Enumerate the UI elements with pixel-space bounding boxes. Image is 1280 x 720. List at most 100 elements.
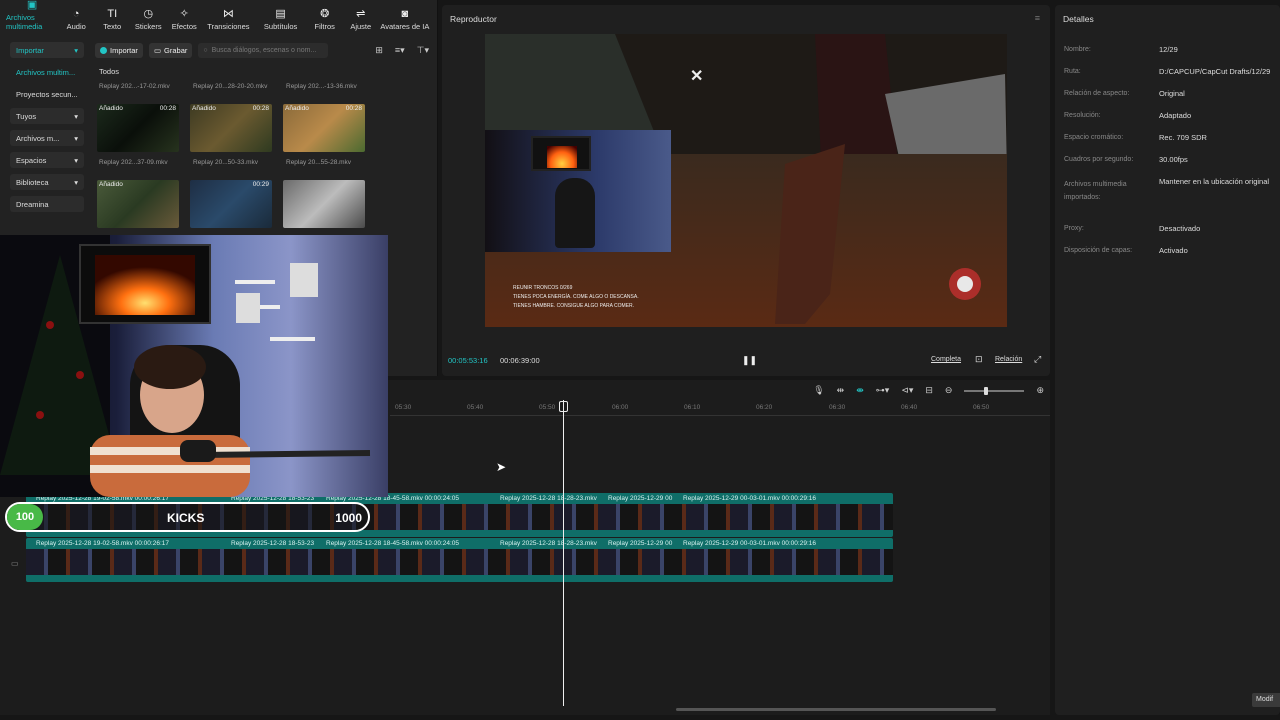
record-button[interactable]: ▭ Grabar <box>148 42 193 58</box>
media-thumbnail[interactable] <box>283 180 365 228</box>
media-thumbnail[interactable]: 00:29 <box>190 180 272 228</box>
streamer-cam-inset <box>485 130 671 252</box>
media-section-title: Todos <box>99 67 120 76</box>
sidebar-item-subprojects[interactable]: Proyectos secun... <box>10 86 84 102</box>
objective-overlay: REUNIR TRONCOS 0/269 TIENES POCA ENERGÍA… <box>513 284 639 311</box>
media-thumbnail[interactable]: Añadido 00:28 <box>97 104 179 152</box>
fullscreen-icon[interactable]: ⤢ <box>1034 354 1041 365</box>
toolbar-adjust[interactable]: ⇌ Ajuste <box>343 8 379 36</box>
audio-icon: ◔ <box>72 8 80 20</box>
chevron-down-icon: ▾ <box>74 45 78 55</box>
toolbar-effects[interactable]: ✧ Efectos <box>166 8 202 36</box>
media-thumbnail[interactable]: Añadido <box>97 180 179 228</box>
full-quality-button[interactable]: Completa <box>931 356 961 363</box>
magnet-icon[interactable]: ⇼ <box>856 385 864 396</box>
toolbar-label: Archivos multimedia <box>6 13 43 31</box>
horizontal-scrollbar[interactable] <box>676 708 996 711</box>
modify-button[interactable]: Modif <box>1252 693 1280 707</box>
import-label: Importar <box>110 45 138 55</box>
adjust-icon: ⇌ <box>356 8 366 20</box>
sidebar-item-spaces[interactable]: Espacios ▾ <box>10 152 84 168</box>
media-filename: Replay 202...-17-02.mkv <box>99 83 170 90</box>
track-visibility-icon[interactable]: ▭ <box>11 559 19 568</box>
video-preview[interactable]: ✕ REUNIR TRONCOS 0/269 TIENES POCA ENERG… <box>485 34 1007 327</box>
toolbar-transitions[interactable]: ⋈ Transiciones <box>202 8 254 36</box>
import-icon <box>100 46 107 54</box>
grid-view-icon[interactable]: ⊞ <box>375 45 383 56</box>
sidebar-item-yours[interactable]: Tuyos ▾ <box>10 108 84 124</box>
added-tag: Añadido <box>99 181 123 188</box>
ruler-tick: 06:20 <box>756 404 773 411</box>
filter-icon[interactable]: ⊤▾ <box>417 45 429 56</box>
overlay-line: TIENES HAMBRE. CONSIGUE ALGO PARA COMER. <box>513 303 635 309</box>
microphone-icon[interactable]: 🎙 <box>813 385 824 396</box>
zoom-handle[interactable] <box>984 387 989 395</box>
detail-key: Cuadros por segundo: <box>1064 156 1134 163</box>
caption-icon[interactable]: ⊟ <box>925 385 933 396</box>
toolbar-ai-avatars[interactable]: ◙ Avatares de IA <box>379 8 431 36</box>
zoom-in-icon[interactable]: ⊕ <box>1036 385 1044 396</box>
link-icon[interactable]: ⇹ <box>837 385 845 396</box>
import-button[interactable]: Importar <box>95 42 143 58</box>
clip-label: Replay 2025-12-28 18-53-23 <box>231 539 315 547</box>
media-icon: ▣ <box>26 0 38 11</box>
media-thumbnail[interactable]: Añadido 00:28 <box>283 104 365 152</box>
fire <box>547 146 577 168</box>
sort-icon[interactable]: ≡▾ <box>395 45 405 56</box>
clip-label: Replay 2025-12-28 18-28-23.mkv <box>500 539 597 547</box>
toolbar-filters[interactable]: ❂ Filtros <box>307 8 343 36</box>
sidebar-item-library[interactable]: Biblioteca ▾ <box>10 174 84 190</box>
toolbar-subtitles[interactable]: ▤ Subtítulos <box>255 8 307 36</box>
added-tag: Añadido <box>192 105 216 112</box>
sidebar-item-label: Importar <box>16 45 44 55</box>
effects-icon: ✧ <box>179 8 189 20</box>
sidebar-item-dreamina[interactable]: Dreamina <box>10 196 84 212</box>
search-input[interactable]: ○ Busca diálogos, escenas o nom... <box>198 42 329 58</box>
screenshot-icon[interactable]: ⊡ <box>975 354 983 365</box>
sidebar-item-media[interactable]: Archivos multim... <box>10 64 84 80</box>
aspect-ratio-button[interactable]: Relación <box>995 356 1022 363</box>
streamer <box>555 178 595 248</box>
details-panel: Detalles Nombre: 12/29 Ruta: D:/CAPCUP/Cap… <box>1055 5 1280 715</box>
added-tag: Añadido <box>285 105 309 112</box>
playhead[interactable] <box>563 400 564 706</box>
menu-icon[interactable]: ≡ <box>1035 13 1040 23</box>
toolbar-audio[interactable]: ◔ Audio <box>58 8 94 36</box>
clip-label: Replay 2025-12-29 00-03-01.mkv 00:00:29:… <box>683 494 816 502</box>
toolbar-media[interactable]: ▣ Archivos multimedia <box>6 0 58 36</box>
pause-icon[interactable]: ❚❚ <box>742 355 757 366</box>
duration-label: 00:28 <box>345 105 362 112</box>
toolbar-stickers[interactable]: ◷ Stickers <box>130 8 166 36</box>
toolbar-label: Ajuste <box>350 22 372 31</box>
detail-value: Activado <box>1159 246 1188 255</box>
media-thumbnail[interactable]: Añadido 00:28 <box>190 104 272 152</box>
media-filename: Replay 202...37-09.mkv <box>99 159 168 166</box>
split-icon[interactable]: ⊲▾ <box>901 385 913 396</box>
clip-label: Replay 2025-12-28 18-45-58.mkv 00:00:24:… <box>326 539 459 547</box>
zoom-out-icon[interactable]: ⊖ <box>945 385 953 396</box>
sidebar-item-label: Archivos multim... <box>16 67 76 77</box>
media-filename: Replay 20...28-20-20.mkv <box>193 83 268 90</box>
toolbar-label: Efectos <box>171 22 197 31</box>
zoom-slider[interactable] <box>964 387 1025 395</box>
toolbar-label: Audio <box>66 22 86 31</box>
current-timecode: 00:05:53:16 <box>448 356 488 365</box>
timeline-ruler[interactable]: 05:30 05:40 05:50 06:00 06:10 06:20 06:3… <box>390 404 1050 416</box>
preview-axis-icon[interactable]: ⊶▾ <box>876 385 890 396</box>
added-tag: Añadido <box>99 105 123 112</box>
toolbar-label: Avatares de IA <box>380 22 430 31</box>
sidebar-item-media-2[interactable]: Archivos m... ▾ <box>10 130 84 146</box>
clip-label: Replay 2025-12-29 00 <box>608 494 673 502</box>
toolbar-label: Texto <box>103 22 122 31</box>
sidebar-item-label: Dreamina <box>16 199 49 209</box>
detail-key: Espacio cromático: <box>1064 134 1124 141</box>
detail-key: Archivos multimedia importados: <box>1064 181 1127 201</box>
toolbar-text[interactable]: TI Texto <box>94 8 130 36</box>
detail-key: Resolución: <box>1064 112 1101 119</box>
clip-label: Replay 2025-12-28 18-28-23.mkv <box>500 494 597 502</box>
search-icon: ○ <box>203 46 208 54</box>
duration-label: 00:28 <box>159 105 176 112</box>
video-track-2[interactable]: Replay 2025-12-28 19-02-58.mkv 00:00:26:… <box>26 538 893 582</box>
sidebar-item-import[interactable]: Importar ▾ <box>10 42 84 58</box>
toolbar-label: Subtítulos <box>263 22 298 31</box>
